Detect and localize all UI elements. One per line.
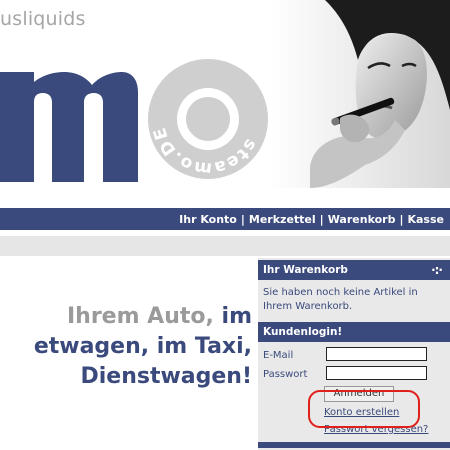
nav-account-link[interactable]: Ihr Konto [179,213,237,226]
login-box-title: Kundenlogin! [263,326,343,338]
site-header: usliquids steamo.DE · ego · [0,0,450,200]
headline-gray-text: Ihrem Auto, [66,304,214,329]
brand-logo-m [0,72,138,182]
cart-box-title: Ihr Warenkorb [263,264,348,276]
headline-line-1: Ihrem Auto, im [0,302,252,332]
nav-cart-link[interactable]: Warenkorb [328,213,396,226]
tagline: usliquids [0,8,86,30]
dots-icon[interactable]: ·:· [431,260,443,280]
nav-separator: | [240,212,245,226]
nav-wishlist-link[interactable]: Merkzettel [249,213,316,226]
headline-line-2: etwagen, im Taxi, [33,334,252,359]
nav-checkout-link[interactable]: Kasse [407,213,444,226]
email-field[interactable] [326,347,427,361]
promo-headline: Ihrem Auto, im etwagen, im Taxi, Dienstw… [0,302,252,392]
headline-blue-text: im [213,304,252,329]
nav-separator: | [399,212,404,226]
top-navigation: Ihr Konto | Merkzettel | Warenkorb | Kas… [0,208,450,230]
steamo-seal-logo: steamo.DE · ego · [146,57,268,179]
password-field[interactable] [326,366,427,380]
login-button[interactable]: Anmelden [324,386,394,402]
headline-line-3: Dienstwagen! [80,364,252,389]
forgot-password-link[interactable]: Passwort vergessen? [324,424,428,435]
sidebar: Ihr Warenkorb ·:· Sie haben noch keine A… [258,258,450,450]
nav-separator: | [319,212,324,226]
login-box-header: Kundenlogin! [258,322,450,342]
cart-box-header: Ihr Warenkorb ·:· [258,260,450,280]
sidebar-footer-bar [258,442,450,448]
woman-with-e-cigarette-photo [270,0,450,188]
email-label: E-Mail [263,350,294,361]
sub-navigation-bar [0,236,450,256]
password-label: Passwort [263,369,308,380]
create-account-link[interactable]: Konto erstellen [324,407,399,418]
cart-empty-message: Sie haben noch keine Artikel in Ihrem Wa… [263,287,418,312]
